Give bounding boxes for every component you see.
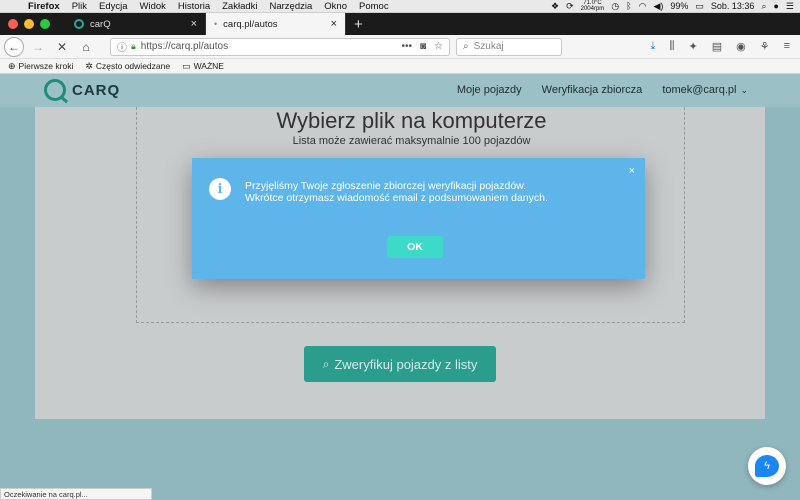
- carq-logo[interactable]: CARQ: [44, 79, 120, 101]
- user-menu[interactable]: tomek@carq.pl ⌄: [662, 84, 748, 96]
- home-button[interactable]: ⌂: [76, 37, 96, 57]
- wifi-icon[interactable]: ◠: [639, 1, 647, 12]
- search-placeholder: Szukaj: [473, 41, 504, 52]
- page-actions-icon[interactable]: •••: [401, 41, 412, 52]
- fan-rpm-value: 2004rpm: [580, 6, 605, 12]
- tab-carq-autos[interactable]: • carq.pl/autos ×: [206, 13, 346, 35]
- toolbar-icons: ⤓ ⫼ ✦ ▤ ◉ ⚘ ≡: [651, 40, 800, 53]
- search-icon: ⌕: [463, 41, 469, 52]
- lock-icon[interactable]: 🔒︎: [131, 41, 136, 52]
- menu-pomoc[interactable]: Pomoc: [359, 1, 389, 12]
- bookmark-czesto-odwiedzane[interactable]: ✲ Często odwiedzane: [85, 61, 170, 72]
- menu-hamburger-icon[interactable]: ≡: [784, 40, 790, 53]
- messenger-icon: ϟ: [755, 455, 779, 477]
- url-text[interactable]: https://carq.pl/autos: [141, 41, 402, 52]
- download-icon[interactable]: ⤓: [651, 40, 656, 53]
- close-window-button[interactable]: [8, 19, 18, 29]
- carq-logo-icon: [44, 79, 66, 101]
- carq-favicon-icon: [74, 19, 84, 29]
- new-tab-button[interactable]: +: [346, 16, 363, 33]
- verify-button-label: Zweryfikuj pojazdy z listy: [334, 356, 478, 372]
- bookmark-wazne[interactable]: ▭ WAŻNE: [182, 61, 224, 72]
- window-controls: [0, 19, 66, 29]
- close-tab-icon[interactable]: ×: [191, 18, 197, 30]
- search-icon: ⌕: [322, 356, 330, 371]
- bluetooth-icon[interactable]: ᛒ: [626, 1, 631, 11]
- brand-name: CARQ: [72, 81, 121, 99]
- globe-icon: ⊕: [8, 60, 16, 71]
- gear-icon: ✲: [85, 60, 93, 71]
- menu-widok[interactable]: Widok: [140, 1, 166, 12]
- modal-message-line-1: Przyjęliśmy Twoje zgłoszenie zbiorczej w…: [245, 180, 527, 192]
- library-icon[interactable]: ⫼: [669, 40, 674, 53]
- site-info-icon[interactable]: ⓘ: [117, 39, 127, 54]
- bookmark-star-icon[interactable]: ☆: [434, 41, 443, 52]
- verify-vehicles-button[interactable]: ⌕ Zweryfikuj pojazdy z listy: [304, 346, 496, 382]
- time-machine-icon[interactable]: ◷: [611, 1, 619, 12]
- tab-label: carq.pl/autos: [223, 18, 278, 30]
- messenger-chat-button[interactable]: ϟ: [748, 447, 786, 485]
- browser-nav-bar: ← → ✕ ⌂ ⓘ 🔒︎ https://carq.pl/autos ••• ◙…: [0, 35, 800, 59]
- url-bar[interactable]: ⓘ 🔒︎ https://carq.pl/autos ••• ◙ ☆: [110, 37, 450, 56]
- site-header: CARQ Moje pojazdy Weryfikacja zbiorcza t…: [0, 74, 800, 107]
- menu-edycja[interactable]: Edycja: [99, 1, 128, 12]
- close-tab-icon[interactable]: ×: [331, 18, 337, 30]
- browser-tab-strip: carQ × • carq.pl/autos × +: [0, 13, 800, 35]
- nav-weryfikacja-zbiorcza[interactable]: Weryfikacja zbiorcza: [542, 84, 643, 96]
- pocket-icon[interactable]: ◙: [420, 41, 426, 52]
- menu-narzedzia[interactable]: Narzędzia: [270, 1, 313, 12]
- modal-message: Przyjęliśmy Twoje zgłoszenie zbiorczej w…: [245, 180, 548, 204]
- search-input[interactable]: ⌕ Szukaj: [456, 37, 562, 56]
- macos-menubar: Firefox Plik Edycja Widok Historia Zakła…: [0, 0, 800, 13]
- extension-icon-2[interactable]: ◉: [736, 40, 746, 53]
- maximize-window-button[interactable]: [40, 19, 50, 29]
- back-button[interactable]: ←: [4, 36, 24, 57]
- menu-zakladki[interactable]: Zakładki: [222, 1, 257, 12]
- forward-button[interactable]: →: [28, 37, 48, 57]
- dropzone-title: Wybierz plik na komputerze: [276, 108, 547, 133]
- bookmark-pierwsze-kroki[interactable]: ⊕ Pierwsze kroki: [8, 61, 73, 72]
- menu-plik[interactable]: Plik: [72, 1, 87, 12]
- close-icon[interactable]: ×: [629, 165, 635, 177]
- bookmarks-bar: ⊕ Pierwsze kroki ✲ Często odwiedzane ▭ W…: [0, 59, 800, 74]
- temperature-readout[interactable]: 71.0°C 2004rpm: [581, 0, 605, 12]
- notification-center-icon[interactable]: ☰: [786, 1, 794, 12]
- info-icon: i: [209, 178, 231, 200]
- modal-message-line-2: Wkrótce otrzymasz wiadomość email z pods…: [245, 192, 548, 204]
- user-avatar-icon[interactable]: ●: [773, 1, 778, 11]
- web-page: CARQ Moje pojazdy Weryfikacja zbiorcza t…: [0, 74, 800, 500]
- user-email: tomek@carq.pl: [662, 84, 737, 96]
- bookmark-label: Pierwsze kroki: [18, 61, 74, 71]
- sync-icon[interactable]: ⟳: [566, 1, 574, 12]
- spotlight-icon[interactable]: ⌕: [761, 1, 766, 12]
- menu-historia[interactable]: Historia: [178, 1, 210, 12]
- tab-label: carQ: [90, 18, 111, 30]
- bookmark-label: WAŻNE: [193, 61, 224, 71]
- nav-moje-pojazdy[interactable]: Moje pojazdy: [457, 84, 522, 96]
- battery-percent[interactable]: 99%: [670, 1, 688, 11]
- extension-icon[interactable]: ✦: [688, 40, 697, 53]
- browser-status-bar: Oczekiwanie na carq.pl...: [0, 488, 152, 500]
- tab-carq[interactable]: carQ ×: [66, 13, 206, 35]
- menu-firefox[interactable]: Firefox: [28, 1, 60, 12]
- sidebar-icon[interactable]: ▤: [712, 40, 722, 53]
- chevron-down-icon: ⌄: [740, 84, 748, 95]
- clock[interactable]: Sob. 13:36: [711, 1, 755, 11]
- battery-icon: ▭: [695, 0, 704, 11]
- stop-loading-button[interactable]: ✕: [52, 37, 72, 57]
- menubar-status-area: ❖ ⟳ 71.0°C 2004rpm ◷ ᛒ ◠ ◀) 99% ▭ Sob. 1…: [551, 0, 800, 12]
- bookmark-label: Często odwiedzane: [95, 61, 171, 71]
- extension-icon-3[interactable]: ⚘: [760, 40, 770, 53]
- folder-icon: ▭: [182, 60, 191, 71]
- minimize-window-button[interactable]: [24, 19, 34, 29]
- site-nav: Moje pojazdy Weryfikacja zbiorcza tomek@…: [457, 84, 748, 96]
- dropbox-icon[interactable]: ❖: [551, 1, 559, 12]
- loading-dot-icon: •: [214, 19, 218, 29]
- confirmation-modal: i Przyjęliśmy Twoje zgłoszenie zbiorczej…: [192, 158, 645, 279]
- volume-icon[interactable]: ◀): [653, 1, 663, 12]
- dropzone-subtitle: Lista może zawierać maksymalnie 100 poja…: [292, 135, 531, 147]
- ok-button[interactable]: OK: [387, 236, 443, 258]
- menu-okno[interactable]: Okno: [324, 1, 347, 12]
